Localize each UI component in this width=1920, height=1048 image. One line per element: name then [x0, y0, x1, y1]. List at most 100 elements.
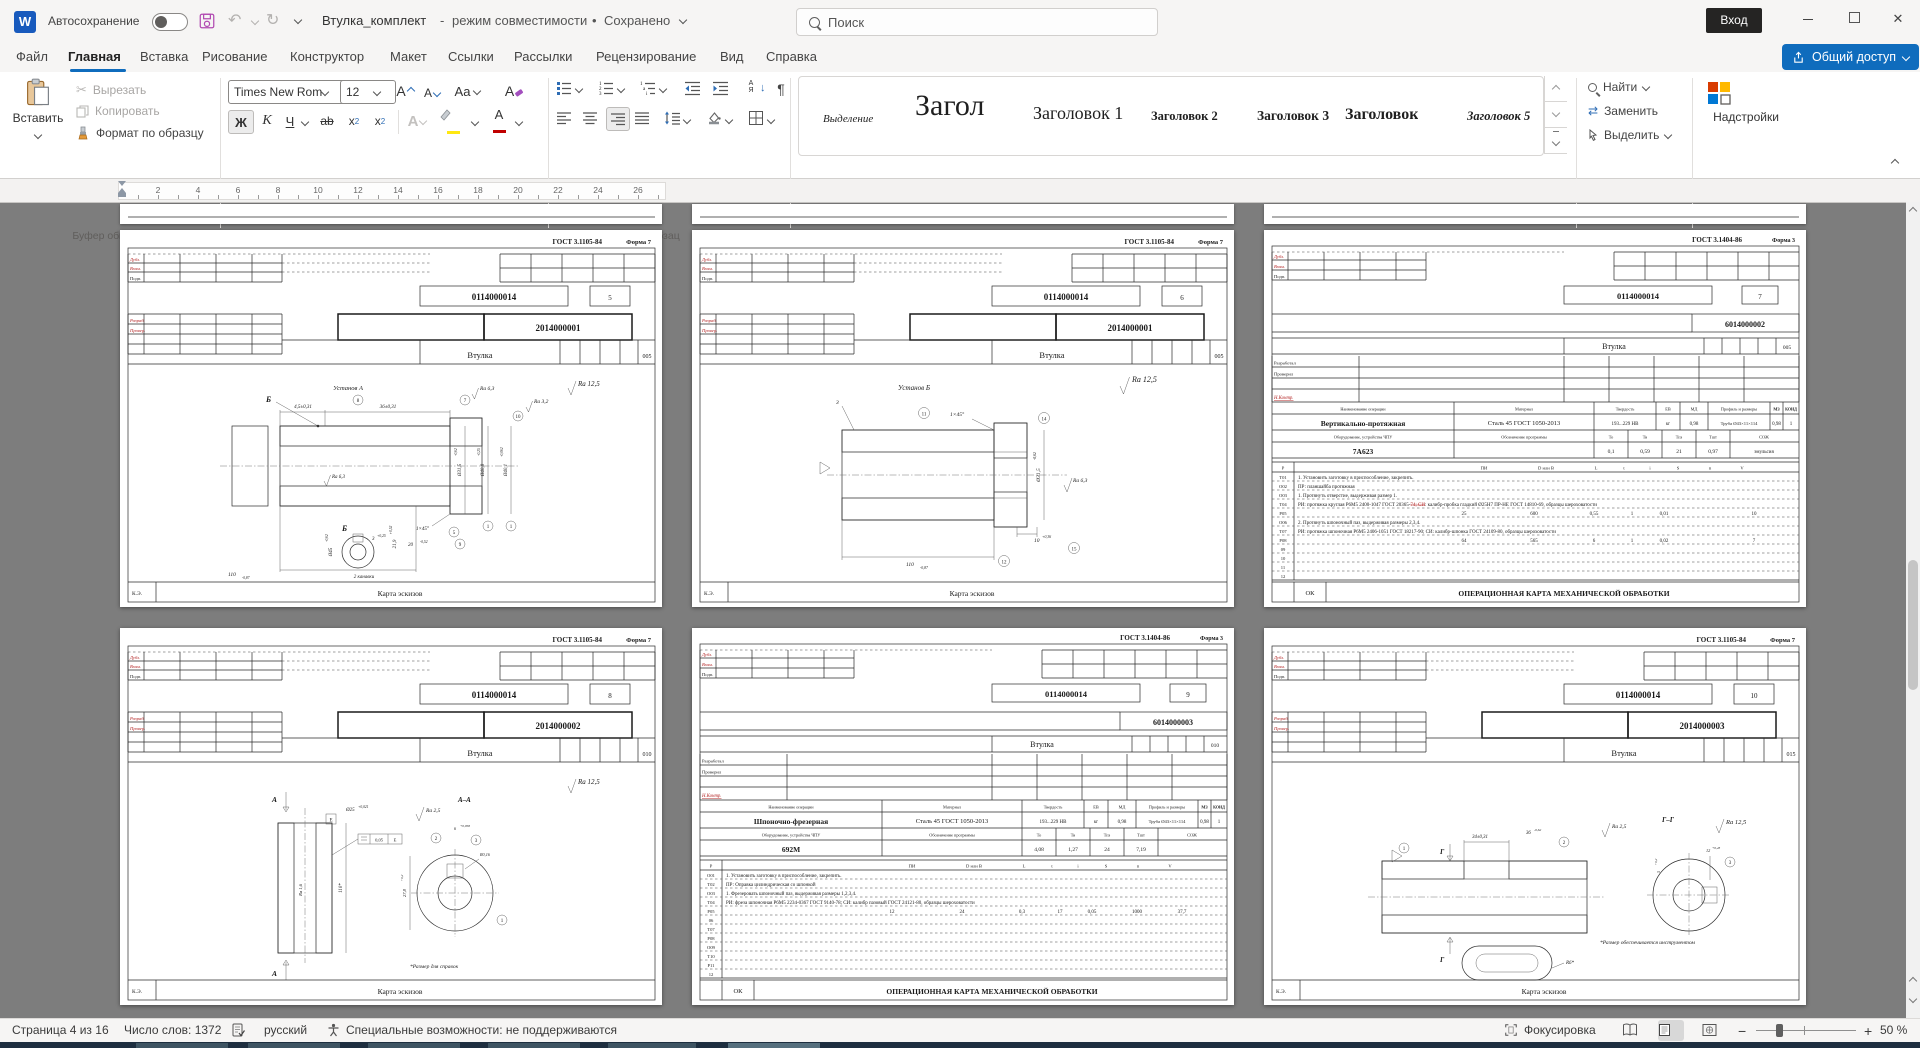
share-button[interactable]: Общий доступ [1782, 44, 1919, 70]
superscript-button[interactable]: x2 [368, 110, 392, 132]
change-case-button[interactable]: Аа [450, 80, 484, 102]
next-page-icon[interactable] [1909, 995, 1917, 1003]
font-size-combo[interactable]: 12 [340, 80, 396, 104]
undo-chevron-icon[interactable] [251, 17, 259, 25]
tab-help[interactable]: Справка [760, 44, 823, 70]
page-sketch-card-6[interactable]: ГОСТ 3.1105-84 Форма 7 Дубл. Взам. Подп.… [692, 230, 1234, 607]
underline-chevron-icon[interactable] [301, 118, 309, 126]
shrink-font-button[interactable]: А [420, 82, 444, 104]
text-effects-button[interactable]: А [404, 110, 430, 132]
zoom-slider-track[interactable] [1756, 1030, 1856, 1031]
bullets-chevron-icon[interactable] [575, 85, 583, 93]
zoom-out-button[interactable]: − [1738, 1023, 1746, 1039]
style-heading4[interactable]: Заголовок [1345, 106, 1418, 124]
styles-scroll-down[interactable] [1544, 102, 1567, 128]
language-indicator[interactable]: русский [264, 1023, 307, 1037]
highlight-chevron-icon[interactable] [471, 118, 479, 126]
highlight-button[interactable] [438, 108, 468, 139]
align-left-button[interactable] [556, 110, 572, 126]
styles-scroll-up[interactable] [1544, 76, 1567, 102]
tab-draw[interactable]: Рисование [196, 44, 273, 70]
tab-home[interactable]: Главная [62, 44, 127, 70]
bullets-button[interactable] [556, 80, 572, 96]
shading-chevron-icon[interactable] [725, 116, 733, 124]
multilevel-list-button[interactable]: 1ai [640, 80, 656, 96]
paste-button[interactable]: Вставить [12, 76, 64, 160]
style-heading5[interactable]: Заголовок 5 [1467, 109, 1530, 124]
page-sketch-card-8[interactable]: ГОСТ 3.1105-84 Форма 7 Дубл. Взам. Подп.… [120, 628, 662, 1005]
replace-button[interactable]: ⇄ Заменить [1588, 104, 1658, 118]
scrollbar-thumb[interactable] [1908, 560, 1918, 690]
italic-button[interactable]: К [256, 110, 278, 132]
clear-formatting-button[interactable]: А [500, 80, 530, 102]
close-button[interactable]: ✕ [1876, 2, 1920, 36]
taskbar-button[interactable] [488, 1043, 580, 1048]
undo-icon[interactable]: ↶ [228, 10, 241, 30]
font-color-button[interactable]: А [486, 108, 512, 136]
zoom-slider-thumb[interactable] [1776, 1024, 1783, 1037]
vertical-scrollbar[interactable] [1906, 202, 1920, 1018]
taskbar-button[interactable] [248, 1043, 340, 1048]
taskbar-button[interactable] [136, 1043, 228, 1048]
page-indicator[interactable]: Страница 4 из 16 [12, 1023, 109, 1037]
title-chevron-icon[interactable] [679, 16, 687, 24]
page-sliver[interactable] [120, 204, 662, 224]
tab-view[interactable]: Вид [714, 44, 750, 70]
pilcrow-button[interactable]: ¶ [772, 78, 790, 100]
numbering-button[interactable]: 123 [598, 80, 614, 96]
borders-button[interactable] [748, 110, 764, 126]
style-heading1[interactable]: Заголовок 1 [1033, 103, 1123, 124]
style-emphasis[interactable]: Выделение [823, 113, 873, 125]
multilevel-chevron-icon[interactable] [659, 85, 667, 93]
qat-customize-icon[interactable] [294, 16, 302, 24]
page-sliver[interactable] [692, 204, 1234, 224]
grow-font-button[interactable]: А [392, 80, 418, 102]
justify-button[interactable] [634, 110, 650, 126]
style-title[interactable]: Загол [915, 89, 984, 123]
sort-button[interactable]: А Я [744, 80, 758, 94]
proofing-icon[interactable] [232, 1023, 245, 1037]
taskbar-button-active[interactable] [728, 1043, 820, 1048]
style-heading3[interactable]: Заголовок 3 [1257, 108, 1333, 124]
subscript-button[interactable]: x2 [342, 110, 366, 132]
signin-button[interactable]: Вход [1706, 8, 1762, 33]
page-sliver[interactable] [1264, 204, 1806, 224]
accessibility-status[interactable]: Специальные возможности: не поддерживают… [346, 1023, 617, 1037]
tab-layout[interactable]: Макет [384, 44, 433, 70]
tab-file[interactable]: Файл [10, 44, 54, 70]
numbering-chevron-icon[interactable] [617, 85, 625, 93]
accessibility-icon[interactable] [327, 1023, 340, 1037]
zoom-in-button[interactable]: + [1864, 1023, 1872, 1039]
font-color-chevron-icon[interactable] [515, 118, 523, 126]
page-sketch-card-10[interactable]: ГОСТ 3.1105-84 Форма 7 Дубл. Взам. Подп.… [1264, 628, 1806, 1005]
document-title[interactable]: Втулка_комплект [322, 13, 426, 28]
line-spacing-button[interactable] [664, 110, 681, 126]
autosave-toggle[interactable] [152, 13, 188, 31]
tab-design[interactable]: Конструктор [284, 44, 370, 70]
line-spacing-chevron-icon[interactable] [683, 116, 691, 124]
redo-icon[interactable]: ↻ [266, 10, 279, 30]
page-sketch-card-5[interactable]: ГОСТ 3.1105-84 Форма 7 Дубл. Взам. Подп.… [120, 230, 662, 607]
zoom-level[interactable]: 50 % [1880, 1023, 1907, 1037]
styles-more[interactable] [1544, 128, 1567, 154]
align-center-button[interactable] [582, 110, 598, 126]
page-operation-card-7[interactable]: ГОСТ 3.1404-86 Форма 3 Дубл. Взам. Подп.… [1264, 230, 1806, 607]
search-box[interactable]: Поиск [796, 8, 1158, 36]
borders-chevron-icon[interactable] [767, 116, 775, 124]
decrease-indent-button[interactable] [684, 80, 701, 96]
find-button[interactable]: Найти [1588, 80, 1649, 94]
saved-status[interactable]: Сохранено [604, 13, 670, 28]
restore-button[interactable] [1832, 2, 1876, 36]
minimize-button[interactable] [1786, 2, 1830, 36]
tab-insert[interactable]: Вставка [134, 44, 194, 70]
taskbar-button[interactable] [608, 1043, 696, 1048]
page-operation-card-9[interactable]: ГОСТ 3.1404-86 Форма 3 Дубл. Взам. Подп.… [692, 628, 1234, 1005]
style-heading2[interactable]: Заголовок 2 [1151, 109, 1218, 124]
shading-button[interactable] [706, 110, 722, 126]
scroll-up-icon[interactable] [1909, 207, 1917, 215]
bold-button[interactable]: Ж [228, 110, 254, 134]
addins-button[interactable]: Надстройки [1706, 80, 1786, 124]
word-count[interactable]: Число слов: 1372 [124, 1023, 221, 1037]
increase-indent-button[interactable] [712, 80, 729, 96]
format-painter-button[interactable]: Формат по образцу [76, 126, 204, 140]
